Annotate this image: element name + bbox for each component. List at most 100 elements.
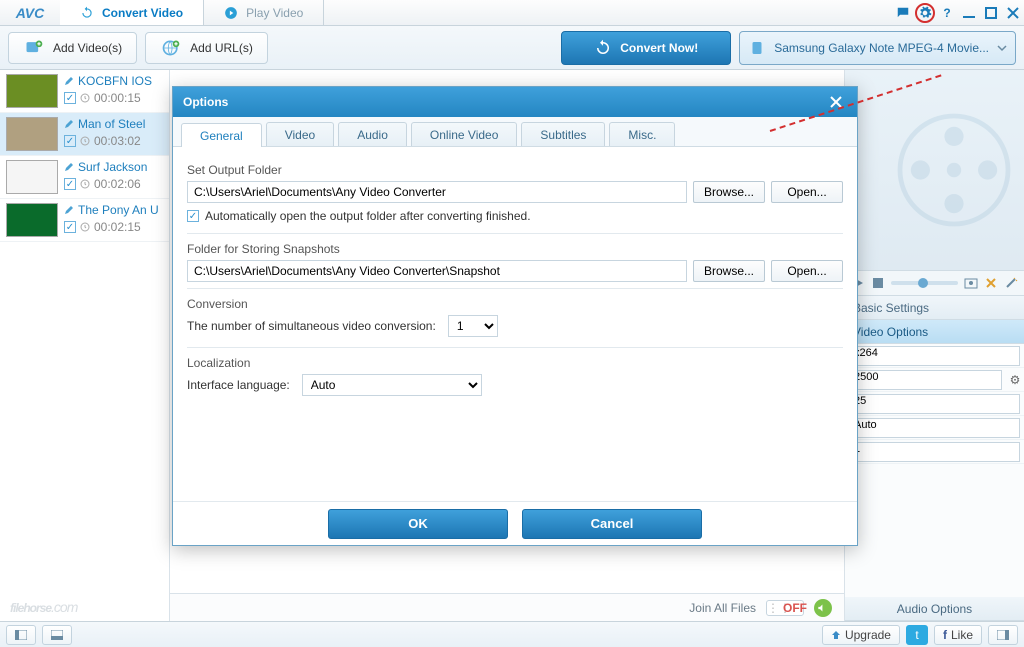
output-folder-input[interactable] bbox=[187, 181, 687, 203]
browse-output-button[interactable]: Browse... bbox=[693, 181, 765, 203]
add-urls-button[interactable]: Add URL(s) bbox=[145, 32, 268, 64]
video-thumbnail bbox=[6, 203, 58, 237]
group-localization: Localization bbox=[187, 356, 843, 370]
status-bar: Upgrade t fLike bbox=[0, 621, 1024, 647]
dialog-body: Set Output Folder Browse... Open... ✓ Au… bbox=[173, 147, 857, 501]
clock-icon bbox=[80, 136, 90, 146]
simultaneous-label: The number of simultaneous video convers… bbox=[187, 319, 436, 333]
preview-area bbox=[845, 70, 1024, 270]
open-snapshot-button[interactable]: Open... bbox=[771, 260, 843, 282]
video-item[interactable]: Man of Steel ✓00:03:02 bbox=[0, 113, 169, 156]
dialog-tab[interactable]: General bbox=[181, 123, 262, 147]
video-title: The Pony An U bbox=[78, 203, 159, 217]
tab-label: Play Video bbox=[246, 6, 303, 20]
minimize-icon[interactable] bbox=[958, 0, 980, 25]
seek-slider[interactable] bbox=[891, 281, 958, 285]
panel-bottom-button[interactable] bbox=[42, 625, 72, 645]
group-snapshot-folder: Folder for Storing Snapshots bbox=[187, 242, 843, 256]
maximize-icon[interactable] bbox=[980, 0, 1002, 25]
scissors-icon[interactable] bbox=[984, 276, 998, 290]
video-item[interactable]: Surf Jackson ✓00:02:06 bbox=[0, 156, 169, 199]
center-status-bar: Join All Files ⋮⋮ OFF bbox=[170, 593, 844, 621]
checkbox-icon[interactable]: ✓ bbox=[64, 92, 76, 104]
video-option-row: 2500 ⚙ bbox=[845, 368, 1024, 392]
video-thumbnail bbox=[6, 117, 58, 151]
open-output-button[interactable]: Open... bbox=[771, 181, 843, 203]
pencil-icon bbox=[64, 76, 74, 86]
feedback-icon[interactable] bbox=[892, 0, 914, 25]
convert-now-button[interactable]: Convert Now! bbox=[561, 31, 731, 65]
up-arrow-icon bbox=[831, 630, 841, 640]
video-option-select[interactable]: Auto bbox=[849, 418, 1020, 438]
tab-convert-video[interactable]: Convert Video bbox=[60, 0, 204, 25]
settings-icon[interactable] bbox=[914, 0, 936, 25]
dialog-tab[interactable]: Subtitles bbox=[521, 122, 605, 146]
video-option-select[interactable]: x264 bbox=[849, 346, 1020, 366]
close-icon[interactable] bbox=[1002, 0, 1024, 25]
checkbox-icon[interactable]: ✓ bbox=[64, 221, 76, 233]
twitter-button[interactable]: t bbox=[906, 625, 928, 645]
dialog-title: Options bbox=[183, 95, 228, 109]
ok-button[interactable]: OK bbox=[328, 509, 508, 539]
film-add-icon bbox=[23, 37, 45, 59]
checkbox-icon[interactable]: ✓ bbox=[64, 178, 76, 190]
cancel-button[interactable]: Cancel bbox=[522, 509, 702, 539]
video-duration: 00:02:15 bbox=[94, 220, 141, 234]
globe-add-icon bbox=[160, 37, 182, 59]
basic-settings-header[interactable]: Basic Settings bbox=[845, 296, 1024, 320]
group-output-folder: Set Output Folder bbox=[187, 163, 843, 177]
facebook-like-button[interactable]: fLike bbox=[934, 625, 982, 645]
stop-icon[interactable] bbox=[871, 276, 885, 290]
video-item[interactable]: KOCBFN IOS ✓00:00:15 bbox=[0, 70, 169, 113]
group-conversion: Conversion bbox=[187, 297, 843, 311]
auto-open-checkbox[interactable]: ✓ Automatically open the output folder a… bbox=[187, 209, 843, 223]
video-option-row: x264 bbox=[845, 344, 1024, 368]
tab-label: Convert Video bbox=[102, 6, 183, 20]
panel-right-button[interactable] bbox=[988, 625, 1018, 645]
video-option-select[interactable]: 25 bbox=[849, 394, 1020, 414]
dialog-tabs: GeneralVideoAudioOnline VideoSubtitlesMi… bbox=[173, 117, 857, 147]
dialog-tab[interactable]: Video bbox=[266, 122, 334, 146]
chevron-down-icon bbox=[997, 43, 1007, 53]
snapshot-icon[interactable] bbox=[964, 276, 978, 290]
video-thumbnail bbox=[6, 160, 58, 194]
video-option-row: 1 bbox=[845, 440, 1024, 464]
volume-icon[interactable] bbox=[814, 599, 832, 617]
clock-icon bbox=[80, 93, 90, 103]
clock-icon bbox=[80, 179, 90, 189]
upgrade-button[interactable]: Upgrade bbox=[822, 625, 900, 645]
output-profile-selector[interactable]: Samsung Galaxy Note MPEG-4 Movie... bbox=[739, 31, 1016, 65]
gear-icon[interactable]: ⚙ bbox=[1006, 373, 1024, 387]
help-icon[interactable]: ? bbox=[936, 0, 958, 25]
dialog-close-button[interactable] bbox=[825, 92, 847, 112]
tab-play-video[interactable]: Play Video bbox=[204, 0, 324, 25]
right-panel: Basic Settings Video Options x2642500⚙25… bbox=[844, 70, 1024, 621]
video-options-header[interactable]: Video Options bbox=[845, 320, 1024, 344]
video-option-select[interactable]: 2500 bbox=[849, 370, 1002, 390]
panel-left-button[interactable] bbox=[6, 625, 36, 645]
checkbox-icon[interactable]: ✓ bbox=[64, 135, 76, 147]
dialog-tab[interactable]: Online Video bbox=[411, 122, 518, 146]
snapshot-folder-input[interactable] bbox=[187, 260, 687, 282]
button-label: Convert Now! bbox=[620, 41, 698, 55]
dialog-tab[interactable]: Audio bbox=[338, 122, 407, 146]
language-select[interactable]: Auto bbox=[302, 374, 482, 396]
toggle-state: OFF bbox=[783, 601, 807, 615]
video-duration: 00:02:06 bbox=[94, 177, 141, 191]
language-label: Interface language: bbox=[187, 378, 290, 392]
join-files-toggle[interactable]: ⋮⋮ OFF bbox=[766, 600, 804, 616]
toggle-handle-icon: ⋮⋮ bbox=[767, 601, 783, 615]
browse-snapshot-button[interactable]: Browse... bbox=[693, 260, 765, 282]
simultaneous-select[interactable]: 1 bbox=[448, 315, 498, 337]
dialog-titlebar[interactable]: Options bbox=[173, 87, 857, 117]
refresh-icon bbox=[594, 39, 612, 57]
add-videos-button[interactable]: Add Video(s) bbox=[8, 32, 137, 64]
video-option-select[interactable]: 1 bbox=[849, 442, 1020, 462]
wand-icon[interactable] bbox=[1004, 276, 1018, 290]
join-files-label: Join All Files bbox=[689, 601, 756, 615]
dialog-tab[interactable]: Misc. bbox=[609, 122, 675, 146]
audio-options-header[interactable]: Audio Options bbox=[845, 597, 1024, 621]
video-item[interactable]: The Pony An U ✓ 00:02:15 bbox=[0, 199, 169, 242]
video-option-row: Auto bbox=[845, 416, 1024, 440]
facebook-icon: f bbox=[943, 628, 947, 642]
